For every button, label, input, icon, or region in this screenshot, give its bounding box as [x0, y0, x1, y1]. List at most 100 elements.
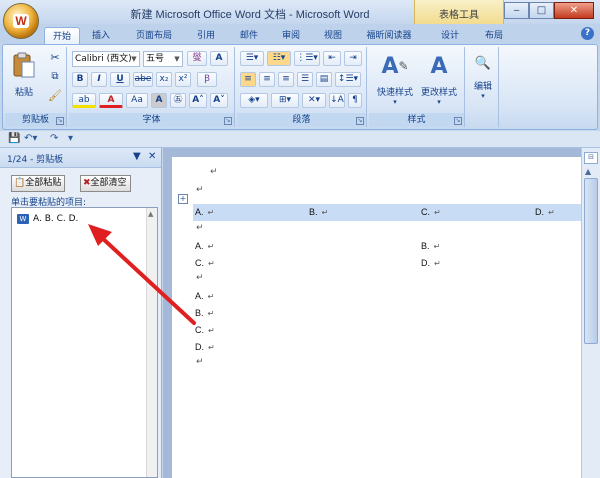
chevron-down-icon: ▼ [174, 55, 180, 63]
two-col-cell[interactable]: B. ↵ [421, 241, 440, 251]
paste-all-button[interactable]: 📋全部粘贴 [11, 175, 66, 192]
scroll-up-icon[interactable]: ▲ [585, 167, 591, 176]
numbering-icon[interactable]: ☷▾ [267, 51, 291, 66]
change-styles-button[interactable]: A 更改样式 ▾ [417, 51, 461, 107]
quick-styles-button[interactable]: A ✎ 快速样式 ▾ [373, 51, 417, 107]
pane-close-icon[interactable]: ✕ [148, 151, 156, 162]
tab-design[interactable]: 设计 [432, 27, 468, 44]
borders-icon[interactable]: ⊞▾ [271, 93, 299, 108]
document-page[interactable]: ↵ + ↵ A. ↵ B. ↵ C. ↵ D. ↵ ↵ A. ↵ B. ↵ C. ↵ D. ↵ … [172, 157, 591, 478]
font-name-combo[interactable]: Calibri (西文) ▼ [72, 51, 140, 67]
subscript-button[interactable]: x₂ [156, 72, 172, 87]
show-marks-icon[interactable]: ¶ [348, 93, 362, 108]
strikethrough-button[interactable]: abe [133, 72, 153, 87]
list-line[interactable]: C. ↵ [195, 325, 215, 335]
highlight-icon[interactable]: ab [72, 93, 96, 108]
customize-qat-icon[interactable]: ▾ [68, 133, 73, 144]
table-cell-b[interactable]: B. ↵ [309, 207, 328, 217]
tab-foxit-reader[interactable]: 福昕阅读器 [360, 27, 418, 44]
table-cell-a[interactable]: A. ↵ [195, 207, 214, 217]
scroll-up-icon[interactable]: ▲ [148, 210, 153, 218]
bullets-icon[interactable]: ☰▾ [240, 51, 264, 66]
font-size-combo[interactable]: 五号 ▼ [143, 51, 183, 67]
list-line[interactable]: B. ↵ [195, 308, 214, 318]
format-painter-icon[interactable]: 🖌 [47, 89, 63, 102]
increase-indent-icon[interactable]: ⇥ [344, 51, 362, 66]
bold-button[interactable]: B [72, 72, 88, 87]
two-col-cell[interactable]: D. ↵ [421, 258, 441, 268]
tab-mailings[interactable]: 邮件 [232, 27, 266, 44]
editing-button[interactable]: 🔍 编辑 ▾ [469, 51, 497, 101]
list-line[interactable]: D. ↵ [195, 342, 215, 352]
tab-review[interactable]: 审阅 [274, 27, 308, 44]
chevron-down-icon: ▾ [437, 98, 441, 106]
copy-icon[interactable]: ⧉ [47, 71, 63, 82]
paste-button[interactable]: 粘贴 [9, 51, 39, 98]
ruler-toggle-icon[interactable]: ⊟ [584, 152, 598, 164]
minimize-button[interactable]: ‒ [504, 2, 529, 19]
redo-icon[interactable]: ↷ [50, 133, 58, 144]
styles-launcher-icon[interactable]: ↘ [454, 117, 462, 125]
align-center-icon[interactable]: ≡ [259, 72, 275, 87]
list-line[interactable]: A. ↵ [195, 291, 214, 301]
maximize-button[interactable]: □ [529, 2, 554, 19]
tab-view[interactable]: 视图 [316, 27, 350, 44]
tab-page-layout[interactable]: 页面布局 [128, 27, 180, 44]
save-icon[interactable]: 💾 [8, 133, 20, 144]
window-title: 新建 Microsoft Office Word 文档 - Microsoft … [130, 9, 370, 21]
table-cell-d[interactable]: D. ↵ [535, 207, 555, 217]
office-button[interactable]: W [3, 3, 39, 39]
font-color-icon[interactable]: A [99, 93, 123, 108]
help-icon[interactable]: ? [581, 27, 594, 40]
vertical-scrollbar[interactable]: ⊟ ▲ [581, 148, 600, 478]
shading-icon[interactable]: ◈▾ [240, 93, 268, 108]
clipboard-item-list: W A. B. C. D. ▲ [11, 207, 158, 478]
clear-all-button[interactable]: ✖全部清空 [80, 175, 131, 192]
italic-button[interactable]: I [91, 72, 107, 87]
char-border-icon[interactable]: A [210, 51, 228, 66]
change-case-icon[interactable]: 燮 [187, 51, 207, 66]
table-cell-c[interactable]: C. ↵ [421, 207, 441, 217]
tab-insert[interactable]: 插入 [84, 27, 118, 44]
cut-icon[interactable]: ✂ [47, 51, 63, 64]
pane-menu-icon[interactable]: ▼ [133, 151, 141, 162]
paragraph-launcher-icon[interactable]: ↘ [356, 117, 364, 125]
close-button[interactable]: ✕ [554, 2, 594, 19]
clipboard-scrollbar[interactable]: ▲ [146, 208, 157, 477]
selected-table-row[interactable] [193, 204, 591, 221]
sort-icon[interactable]: ↓A [329, 93, 345, 108]
decrease-indent-icon[interactable]: ⇤ [323, 51, 341, 66]
enclose-char-icon[interactable]: ㊄ [170, 93, 186, 108]
table-tools-context-tab[interactable]: 表格工具 [414, 0, 504, 24]
char-shading-icon[interactable]: A [151, 93, 167, 108]
scroll-thumb[interactable] [584, 178, 598, 344]
clipboard-launcher-icon[interactable]: ↘ [56, 117, 64, 125]
chinese-layout-icon[interactable]: ✕▾ [302, 93, 326, 108]
change-case-button[interactable]: Aa [126, 93, 148, 108]
window-controls: ‒ □ ✕ [504, 2, 594, 19]
align-right-icon[interactable]: ≡ [278, 72, 294, 87]
superscript-button[interactable]: x² [175, 72, 191, 87]
line-spacing-icon[interactable]: ↕☰▾ [335, 72, 361, 87]
change-styles-icon: A [430, 53, 448, 79]
font-launcher-icon[interactable]: ↘ [224, 117, 232, 125]
two-col-cell[interactable]: C. ↵ [195, 258, 215, 268]
undo-icon[interactable]: ↶▾ [24, 133, 37, 144]
clipboard-pane: 1/24 - 剪贴板 ▼ ✕ 📋全部粘贴 ✖全部清空 单击要粘贴的项目: W A… [0, 148, 162, 478]
tab-home[interactable]: 开始 [44, 27, 80, 44]
distribute-icon[interactable]: ▤ [316, 72, 332, 87]
align-left-icon[interactable]: ≡ [240, 72, 256, 87]
styles-group-label: 样式 [369, 113, 464, 127]
underline-button[interactable]: U [110, 72, 130, 87]
paste-icon [10, 51, 38, 81]
clear-format-icon[interactable]: Ꞵ [197, 72, 217, 87]
clipboard-item[interactable]: W A. B. C. D. [17, 214, 78, 224]
grow-font-icon[interactable]: A˄ [189, 93, 207, 108]
tab-references[interactable]: 引用 [188, 27, 224, 44]
shrink-font-icon[interactable]: A˅ [210, 93, 228, 108]
justify-icon[interactable]: ☰ [297, 72, 313, 87]
table-move-handle-icon[interactable]: + [178, 194, 188, 204]
multilevel-list-icon[interactable]: ⋮☰▾ [294, 51, 320, 66]
tab-layout[interactable]: 布局 [476, 27, 512, 44]
two-col-cell[interactable]: A. ↵ [195, 241, 214, 251]
